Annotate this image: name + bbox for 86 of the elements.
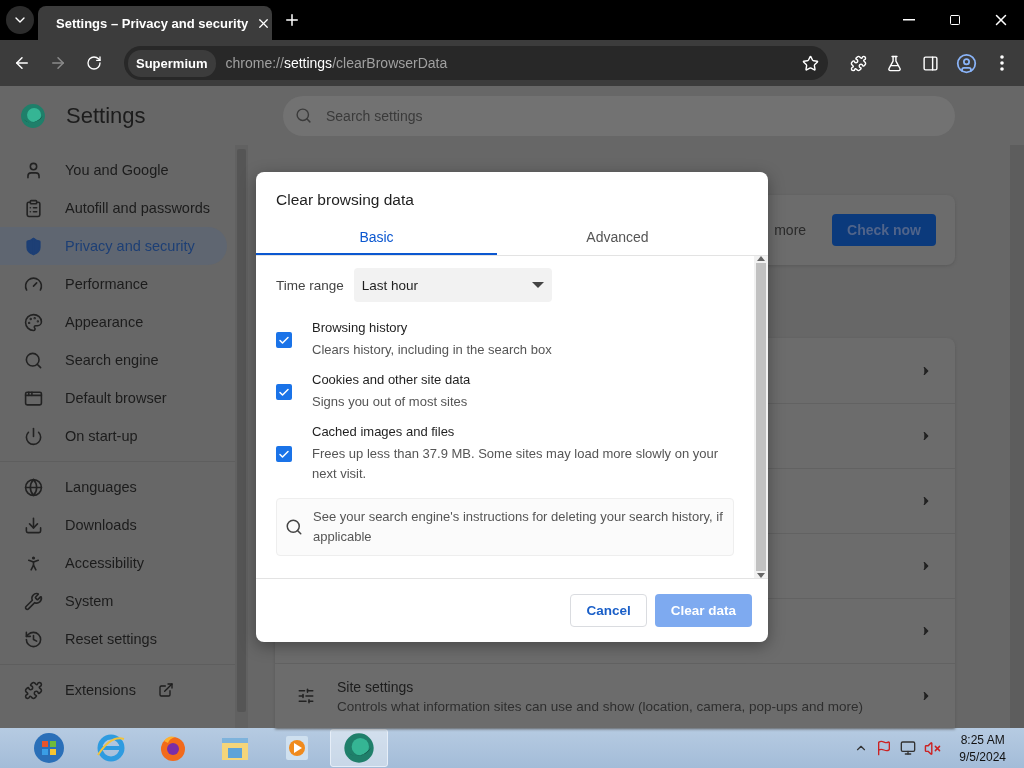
restore-icon bbox=[949, 14, 961, 26]
checkbox[interactable] bbox=[276, 332, 292, 348]
dropdown-caret-icon bbox=[531, 282, 544, 288]
scroll-up-arrow-icon bbox=[757, 256, 765, 261]
letter-e-logo-icon bbox=[96, 733, 126, 763]
sidebar-item[interactable]: Reset settings bbox=[0, 620, 227, 658]
dialog-scrollbar[interactable] bbox=[754, 256, 768, 578]
check-now-button[interactable]: Check now bbox=[832, 214, 936, 246]
dialog-title: Clear browsing data bbox=[275, 190, 415, 210]
flask-icon bbox=[885, 54, 903, 72]
time-range-dropdown[interactable]: Last hour bbox=[353, 268, 552, 302]
external-link-icon bbox=[157, 682, 174, 698]
sidebar-item[interactable]: Autofill and passwords bbox=[0, 189, 227, 227]
sidebar-scrollbar[interactable] bbox=[235, 145, 248, 728]
option-description: Frees up less than 37.9 MB. Some sites may load more slowly on your next visit. bbox=[312, 445, 720, 483]
clipboard-icon bbox=[24, 198, 43, 218]
supermium-taskbar-button[interactable] bbox=[330, 729, 388, 767]
search-icon bbox=[24, 350, 43, 370]
checkbox[interactable] bbox=[276, 446, 292, 462]
sidebar-item[interactable]: Extensions bbox=[0, 671, 227, 709]
flag-icon[interactable] bbox=[876, 740, 893, 756]
sidebar-item[interactable]: Performance bbox=[0, 265, 227, 303]
page-title: Settings bbox=[66, 102, 146, 129]
sidebar-item[interactable]: Appearance bbox=[0, 303, 227, 341]
search-icon bbox=[295, 107, 312, 124]
volume-muted-icon[interactable] bbox=[924, 739, 942, 757]
reload-icon bbox=[86, 55, 102, 71]
tab-list-button[interactable] bbox=[6, 6, 34, 34]
cancel-button[interactable]: Cancel bbox=[570, 594, 647, 627]
supermium-logo-icon bbox=[343, 732, 375, 764]
star-icon bbox=[801, 54, 819, 72]
forward-arrow-icon bbox=[49, 54, 67, 72]
clock-time: 8:25 AM bbox=[960, 732, 1005, 747]
palette-icon bbox=[24, 312, 43, 332]
sliders-icon bbox=[297, 687, 315, 705]
settings-logo-icon bbox=[20, 102, 46, 129]
address-bar[interactable]: Supermium chrome://settings/clearBrowserData bbox=[124, 46, 828, 80]
gauge-icon bbox=[24, 274, 43, 294]
checkbox[interactable] bbox=[276, 384, 292, 400]
search-field[interactable]: Search settings bbox=[283, 95, 955, 136]
sidebar-item[interactable]: Search engine bbox=[0, 341, 227, 379]
info-text: See your search engine's instructions for deleting your search history, if applicable bbox=[313, 508, 724, 546]
globe-icon bbox=[24, 477, 43, 497]
time-range-label: Time range bbox=[276, 277, 344, 293]
more-text: more bbox=[774, 222, 807, 238]
history-icon bbox=[24, 629, 43, 649]
url-text: chrome://settings/clearBrowserData bbox=[225, 55, 449, 71]
person-icon bbox=[24, 160, 43, 180]
search-icon bbox=[285, 518, 303, 536]
user-icon bbox=[955, 52, 977, 74]
side-panel-icon bbox=[921, 54, 939, 72]
play-icon bbox=[284, 734, 310, 762]
sidebar-item[interactable]: Downloads bbox=[0, 506, 227, 544]
sidebar-item[interactable]: You and Google bbox=[0, 151, 227, 189]
plus-icon bbox=[283, 11, 301, 29]
power-icon bbox=[24, 426, 43, 446]
option-description: Clears history, including in the search box bbox=[312, 341, 552, 359]
sidebar-item[interactable]: Privacy and security bbox=[0, 227, 227, 265]
clear-data-button[interactable]: Clear data bbox=[654, 594, 752, 627]
browser-tab[interactable]: Settings – Privacy and security bbox=[38, 6, 272, 40]
sidebar-item[interactable]: Default browser bbox=[0, 379, 227, 417]
wrench-icon bbox=[24, 591, 43, 611]
option-title: Cached images and files bbox=[312, 424, 456, 439]
sidebar-item[interactable]: Accessibility bbox=[0, 544, 227, 582]
option-description: Signs you out of most sites bbox=[312, 393, 469, 411]
sidebar-item[interactable]: On start-up bbox=[0, 417, 227, 455]
windows-logo-icon bbox=[33, 732, 65, 764]
browser-badge: Supermium bbox=[128, 49, 216, 77]
network-icon[interactable] bbox=[900, 740, 917, 756]
sidebar-item[interactable]: System bbox=[0, 582, 227, 620]
clock-date: 9/5/2024 bbox=[959, 749, 1006, 764]
scroll-down-arrow-icon bbox=[757, 573, 765, 578]
page-scrollbar[interactable] bbox=[1010, 145, 1024, 728]
puzzle-icon bbox=[24, 680, 43, 700]
sidebar-item[interactable]: Languages bbox=[0, 468, 227, 506]
menu-icon bbox=[1000, 55, 1004, 71]
dialog-tab[interactable]: Advanced bbox=[497, 220, 738, 255]
option-title: Browsing history bbox=[312, 320, 409, 335]
minimize-icon bbox=[903, 19, 915, 21]
download-icon bbox=[24, 515, 43, 535]
shield-icon bbox=[24, 236, 43, 256]
option-title: Cookies and other site data bbox=[312, 372, 471, 387]
browser-window-icon bbox=[24, 388, 43, 408]
dialog-tab[interactable]: Basic bbox=[256, 220, 497, 255]
puzzle-icon bbox=[849, 54, 867, 72]
tab-title: Settings – Privacy and security bbox=[56, 15, 249, 31]
